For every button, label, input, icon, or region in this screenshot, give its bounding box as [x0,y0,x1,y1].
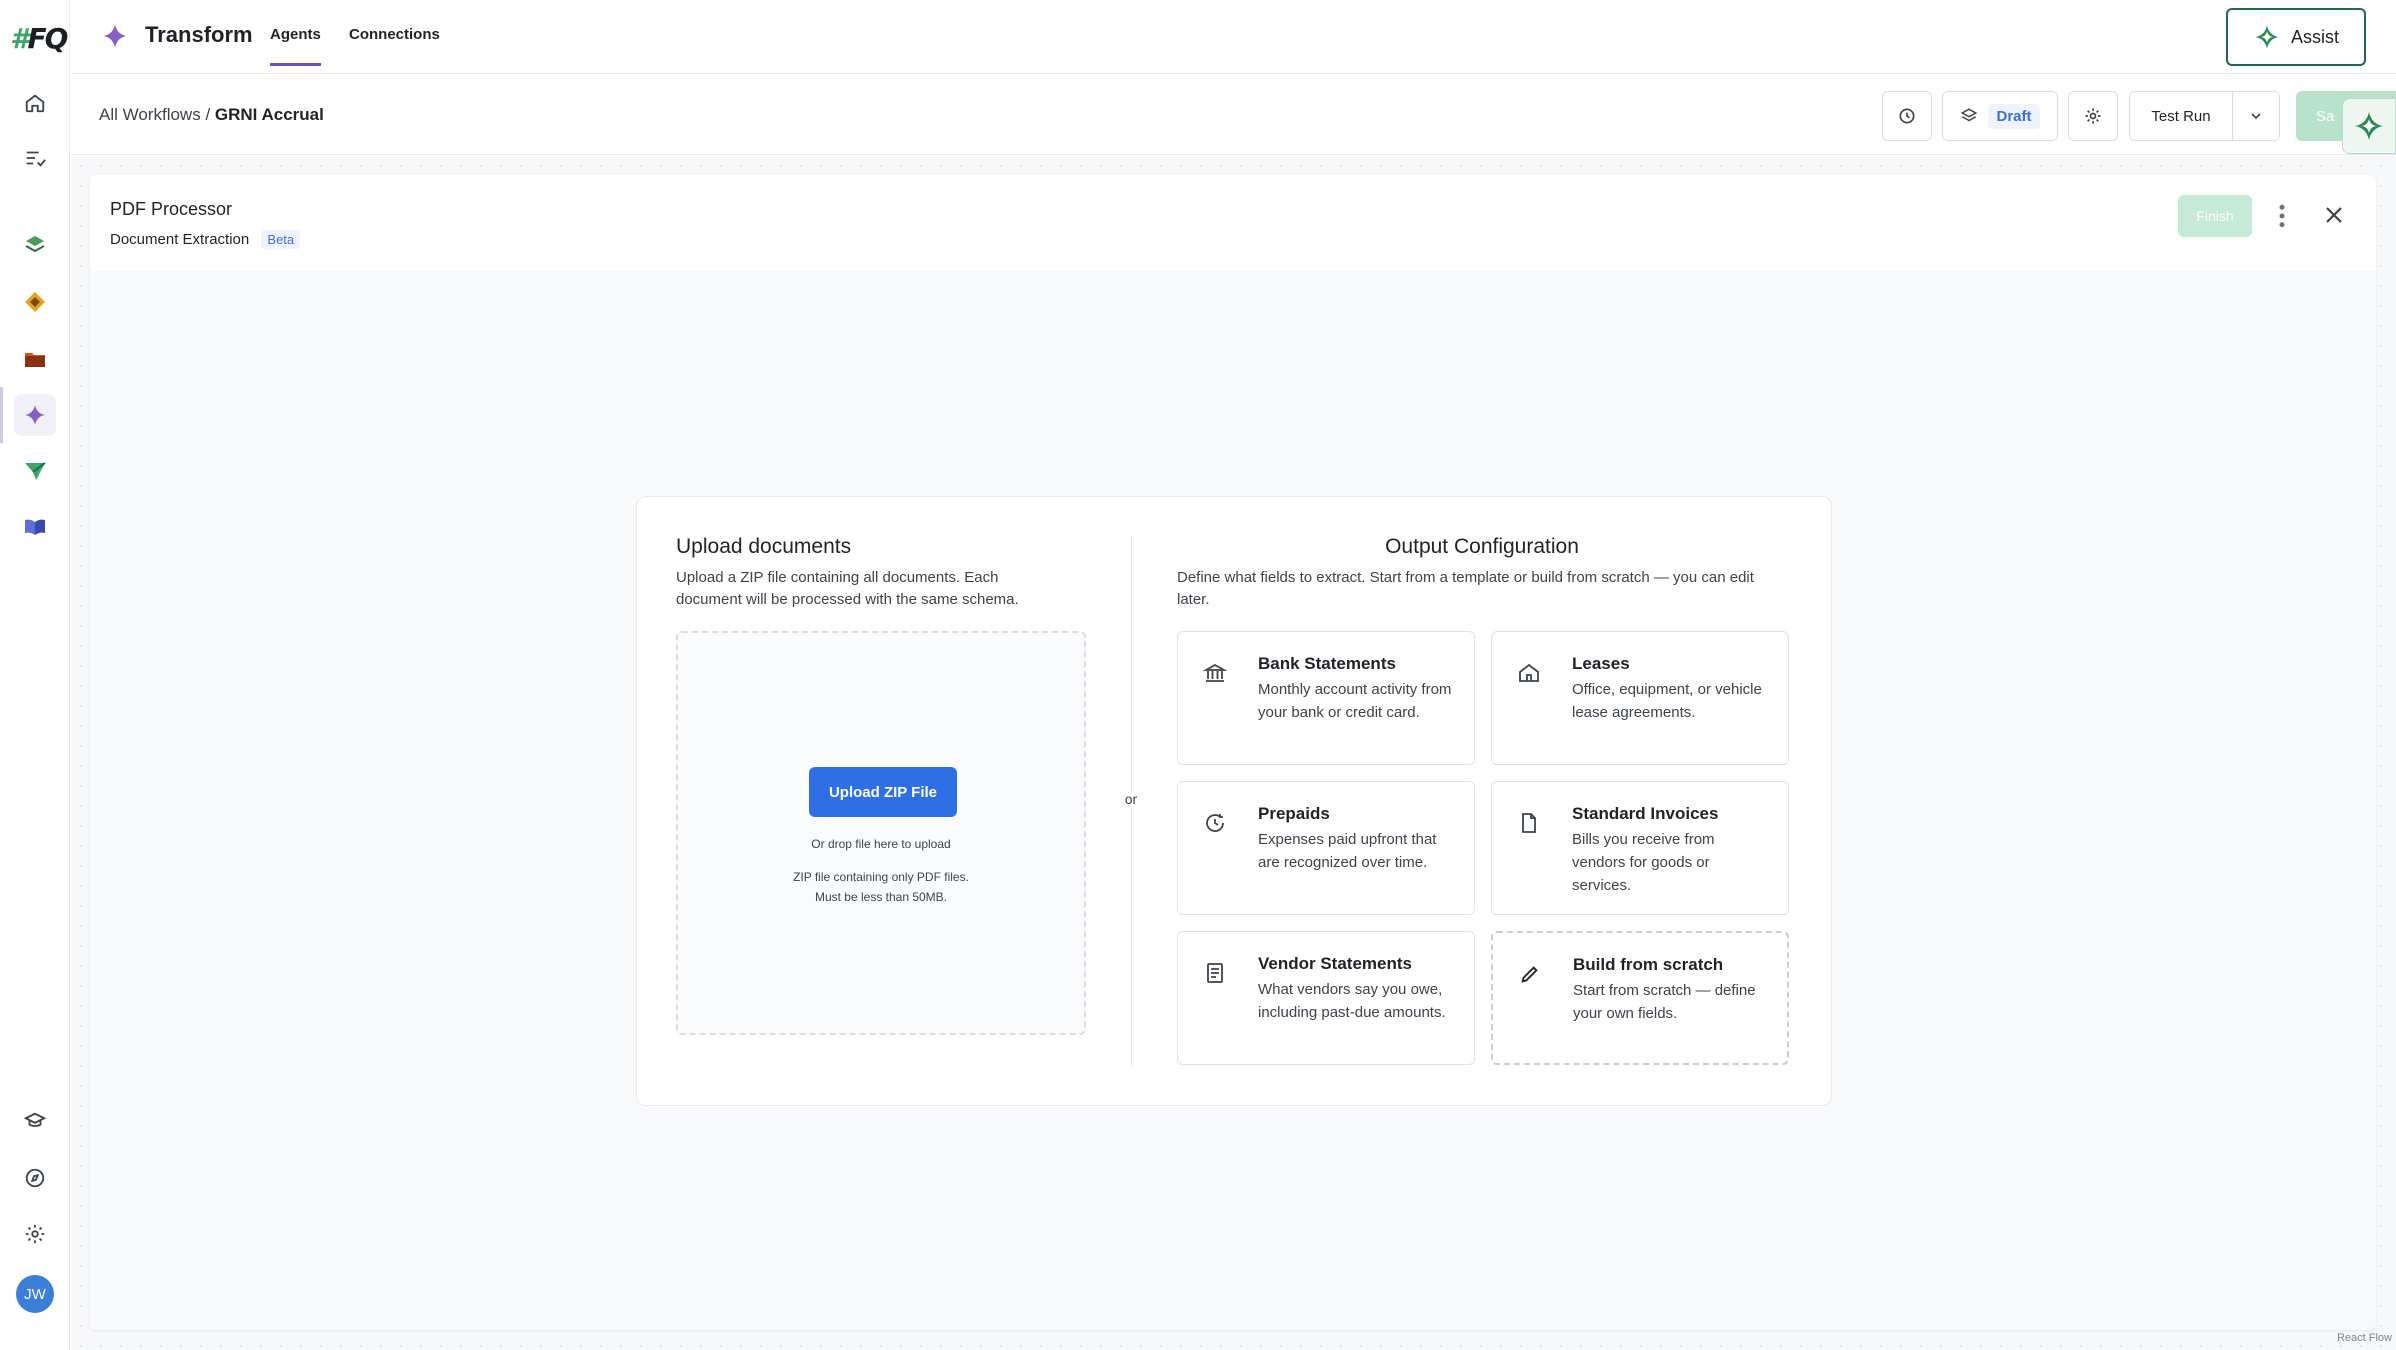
diamond-icon[interactable] [14,281,56,323]
sparkle-icon [2354,111,2384,141]
active-indicator [0,387,3,443]
list-doc-icon [1196,954,1234,992]
breadcrumb: All Workflows / GRNI Accrual [99,105,324,125]
sparkle-icon[interactable] [14,394,56,436]
assist-button[interactable]: Assist [2226,8,2366,66]
chevron-down-icon [2251,113,2261,120]
app-logo[interactable]: #FQ [10,22,68,56]
more-options-icon[interactable] [2276,201,2288,231]
bank-icon [1196,654,1234,692]
template-title: Leases [1572,654,1630,673]
history-icon [1899,108,1915,124]
template-description: Expenses paid upfront that are recognize… [1258,831,1437,871]
file-requirement-type: ZIP file containing only PDF files. [793,870,969,884]
app-title: Transform [145,22,253,47]
file-dropzone[interactable]: Upload ZIP File Or drop file here to upl… [676,631,1086,1035]
upload-zip-button[interactable]: Upload ZIP File [809,767,957,817]
template-description: Office, equipment, or vehicle lease agre… [1572,681,1762,721]
sparkle-icon [2255,25,2279,49]
test-run-dropdown[interactable] [2232,91,2280,141]
avatar[interactable]: JW [16,1275,54,1313]
beta-badge: Beta [261,230,301,249]
react-flow-attribution[interactable]: React Flow [2337,1332,2392,1344]
breadcrumb-parent[interactable]: All Workflows [99,105,201,124]
document-icon [1510,804,1548,842]
tab-agents[interactable]: Agents [270,26,321,66]
panel-subtitle-text: Document Extraction [110,231,250,248]
send-icon[interactable] [14,450,56,492]
drop-hint: Or drop file here to upload [811,837,951,851]
template-title: Build from scratch [1573,955,1724,974]
top-nav: Transform Agents Connections Assist [71,0,2396,74]
upload-description: Upload a ZIP file containing all documen… [676,569,1019,608]
tab-connections[interactable]: Connections [349,26,440,43]
template-description: Start from scratch — define your own fie… [1573,982,1756,1022]
template-bank-statements[interactable]: Bank Statements Monthly account activity… [1177,631,1475,765]
breadcrumb-current: GRNI Accrual [214,105,324,124]
folder-icon[interactable] [14,338,56,380]
template-description: Bills you receive from vendors for goods… [1572,831,1715,894]
template-description: Monthly account activity from your bank … [1258,681,1452,721]
status-badge: Draft [1988,103,2040,129]
file-requirement-size: Must be less than 50MB. [814,890,948,904]
template-prepaids[interactable]: Prepaids Expenses paid upfront that are … [1177,781,1475,915]
template-title: Bank Statements [1258,654,1396,673]
panel-header: PDF Processor Document Extraction Beta F… [90,175,2376,271]
output-config-title: Output Configuration [1385,535,1579,558]
graduation-cap-icon[interactable] [14,1100,56,1142]
layers-outline-icon [1961,108,1978,122]
template-build-from-scratch[interactable]: Build from scratch Start from scratch — … [1491,931,1789,1065]
transform-app-icon [103,24,127,48]
template-leases[interactable]: Leases Office, equipment, or vehicle lea… [1491,631,1789,765]
settings-icon[interactable] [14,1213,56,1255]
template-title: Standard Invoices [1572,804,1719,823]
template-standard-invoices[interactable]: Standard Invoices Bills you receive from… [1491,781,1789,915]
clock-refresh-icon [1196,804,1234,842]
assist-label: Assist [2290,26,2339,47]
file-requirements: ZIP file containing only PDF files. Must… [678,867,1084,907]
history-button[interactable] [1882,91,1932,141]
template-title: Vendor Statements [1258,954,1412,973]
breadcrumb-separator: / [205,105,211,124]
assist-floating-button[interactable] [2342,98,2396,154]
upload-config-card: Upload documents Upload a ZIP file conta… [636,496,1832,1106]
test-run-button[interactable]: Test Run [2129,91,2233,141]
tasks-icon[interactable] [14,137,56,179]
home-icon[interactable] [14,82,56,124]
finish-button[interactable]: Finish [2178,195,2252,237]
status-button[interactable]: Draft [1942,91,2058,141]
output-config-description: Define what fields to extract. Start fro… [1177,569,1754,608]
panel-subtitle: Document Extraction Beta [110,230,301,249]
close-icon[interactable] [2322,203,2346,227]
house-icon [1510,654,1548,692]
test-run-label: Test Run [2151,107,2211,125]
or-label: or [1121,791,1141,807]
template-vendor-statements[interactable]: Vendor Statements What vendors say you o… [1177,931,1475,1065]
pencil-icon [1511,955,1549,993]
template-description: What vendors say you owe, including past… [1258,981,1446,1021]
panel-title: PDF Processor [110,199,233,219]
sidebar: #FQ JW [0,0,70,1350]
settings-button[interactable] [2068,91,2118,141]
save-label: Sa [2316,107,2335,125]
template-title: Prepaids [1258,804,1330,823]
book-icon[interactable] [14,506,56,548]
layers-icon[interactable] [14,224,56,266]
gear-icon [2085,108,2101,124]
compass-icon[interactable] [14,1157,56,1199]
upload-title: Upload documents [676,535,852,558]
workflow-toolbar: All Workflows / GRNI Accrual Draft Test … [71,75,2396,155]
